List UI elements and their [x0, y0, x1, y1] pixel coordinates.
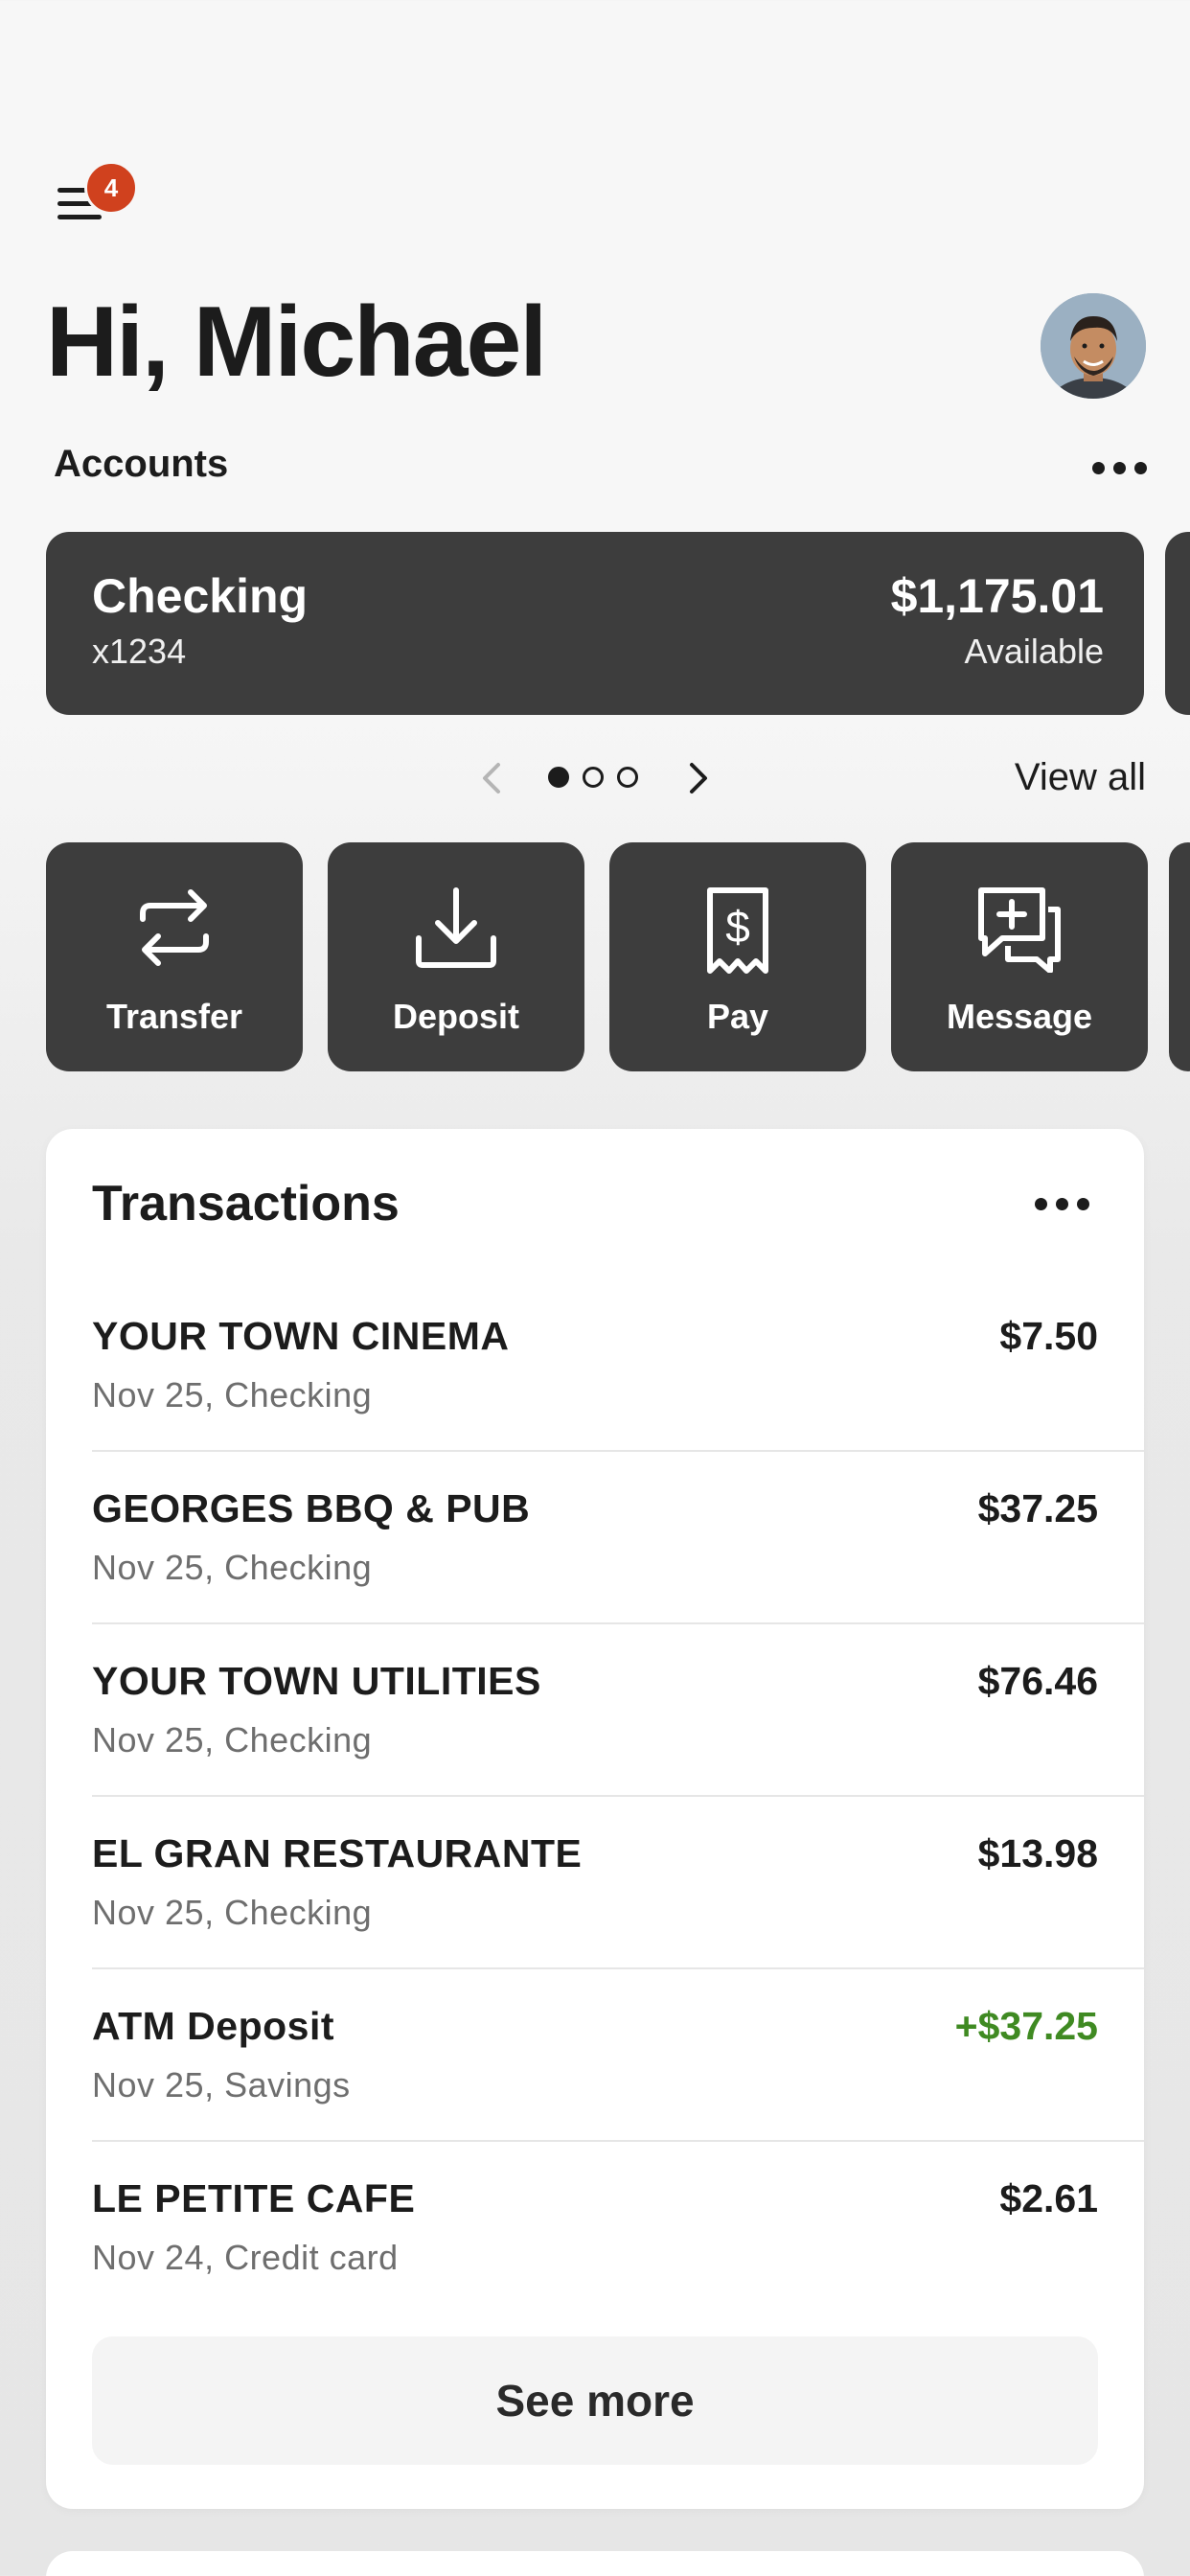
transaction-merchant: EL GRAN RESTAURANTE [92, 1831, 583, 1875]
transaction-row[interactable]: ATM Deposit Nov 25, Savings +$37.25 [92, 1969, 1144, 2142]
notification-badge: 4 [84, 161, 138, 215]
transaction-amount: +$37.25 [954, 2004, 1098, 2048]
deposit-icon [416, 887, 496, 968]
accounts-heading: Accounts [54, 443, 229, 485]
transaction-detail: Nov 25, Checking [92, 1720, 373, 1760]
deposit-label: Deposit [392, 997, 519, 1036]
transactions-more-icon[interactable] [1035, 1198, 1089, 1210]
pagination-dots [548, 767, 638, 788]
transactions-heading: Transactions [92, 1176, 400, 1231]
accounts-more-icon[interactable] [1092, 462, 1147, 474]
transaction-merchant: YOUR TOWN UTILITIES [92, 1659, 541, 1703]
transaction-row[interactable]: YOUR TOWN CINEMA Nov 25, Checking $7.50 [92, 1279, 1144, 1452]
transaction-detail: Nov 25, Checking [92, 1893, 373, 1932]
transaction-amount: $2.61 [999, 2176, 1098, 2220]
transaction-amount: $13.98 [977, 1831, 1098, 1875]
next-account-card[interactable] [1165, 532, 1190, 715]
transaction-row[interactable]: YOUR TOWN UTILITIES Nov 25, Checking $76… [92, 1624, 1144, 1797]
page-dot [548, 767, 569, 788]
pay-label: Pay [706, 997, 769, 1036]
message-icon [978, 887, 1061, 973]
transfer-button[interactable]: Transfer [46, 842, 303, 1071]
deposit-button[interactable]: Deposit [328, 842, 584, 1071]
account-name: Checking [92, 569, 309, 623]
message-button[interactable]: Message [891, 842, 1148, 1071]
transaction-merchant: GEORGES BBQ & PUB [92, 1486, 531, 1530]
transaction-amount: $7.50 [999, 1314, 1098, 1358]
view-all-link[interactable]: View all [1015, 756, 1146, 799]
pay-button[interactable]: $ Pay [609, 842, 866, 1071]
balance-label: Available [964, 632, 1104, 671]
next-section-card [46, 2551, 1144, 2576]
transaction-row[interactable]: LE PETITE CAFE Nov 24, Credit card $2.61 [92, 2142, 1144, 2314]
page-dot [583, 767, 604, 788]
account-balance: $1,175.01 [890, 569, 1104, 623]
transaction-merchant: LE PETITE CAFE [92, 2176, 416, 2220]
greeting-title: Hi, Michael [46, 287, 547, 398]
transaction-detail: Nov 25, Checking [92, 1548, 373, 1587]
transaction-merchant: YOUR TOWN CINEMA [92, 1314, 510, 1358]
message-label: Message [946, 997, 1093, 1036]
transaction-detail: Nov 25, Savings [92, 2065, 351, 2104]
account-number: x1234 [92, 632, 187, 671]
more-actions-peek[interactable] [1169, 842, 1190, 1071]
transaction-row[interactable]: GEORGES BBQ & PUB Nov 25, Checking $37.2… [92, 1452, 1144, 1624]
transfer-icon [140, 889, 209, 966]
transfer-label: Transfer [105, 997, 243, 1036]
profile-photo [1041, 293, 1146, 399]
transaction-merchant: ATM Deposit [92, 2004, 335, 2048]
svg-text:$: $ [725, 902, 750, 952]
page-dot [617, 767, 638, 788]
chevron-right-icon[interactable] [678, 757, 717, 799]
transaction-detail: Nov 24, Credit card [92, 2238, 399, 2277]
pay-icon: $ [707, 887, 768, 974]
chevron-left-icon[interactable] [473, 757, 512, 799]
see-more-button[interactable]: See more [92, 2336, 1098, 2465]
transaction-detail: Nov 25, Checking [92, 1375, 373, 1414]
transaction-amount: $37.25 [977, 1486, 1098, 1530]
transactions-card: Transactions YOUR TOWN CINEMA Nov 25, Ch… [46, 1129, 1144, 2509]
transaction-amount: $76.46 [977, 1659, 1098, 1703]
avatar[interactable] [1041, 293, 1146, 399]
account-card-checking[interactable]: Checking x1234 $1,175.01 Available [46, 532, 1144, 715]
transaction-row[interactable]: EL GRAN RESTAURANTE Nov 25, Checking $13… [92, 1797, 1144, 1969]
